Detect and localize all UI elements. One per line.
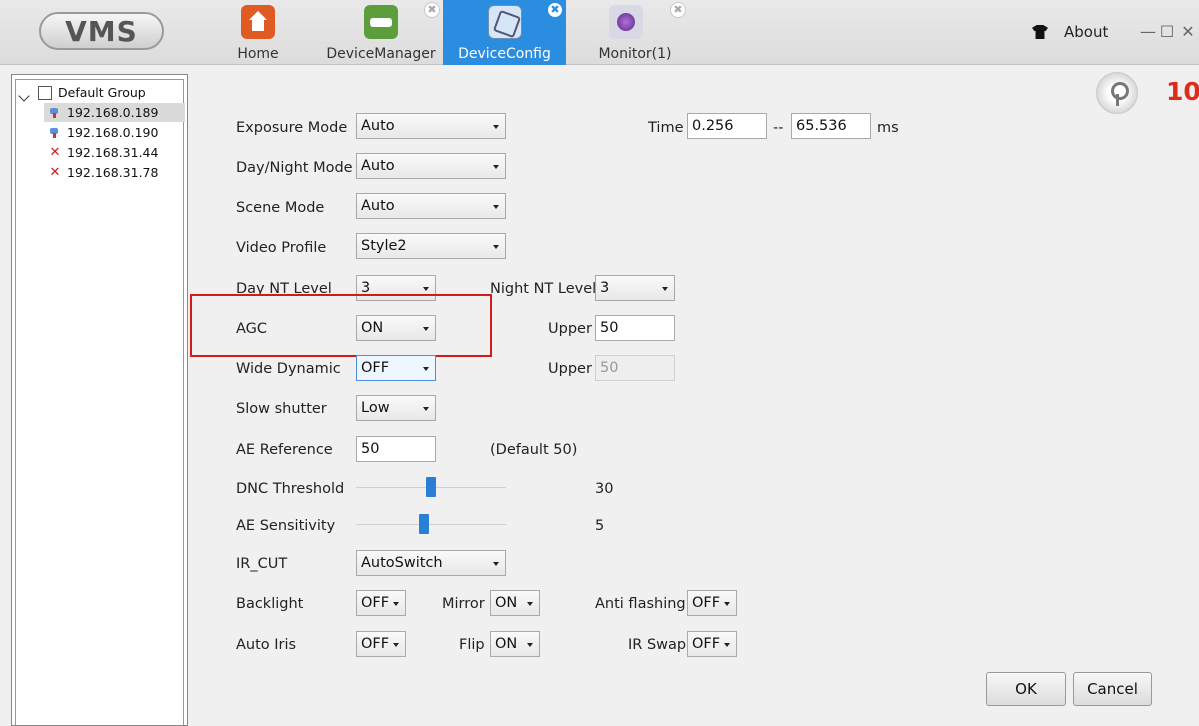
top-bar: VMS Home DeviceManager ✖ DeviceConfig ✖ … [0, 0, 1199, 65]
monitor-icon [609, 5, 643, 39]
tree-device-item[interactable]: 192.168.0.190 [44, 123, 185, 142]
ir-cut-select[interactable]: AutoSwitch [356, 550, 506, 576]
tree-device-ip: 192.168.0.189 [67, 105, 159, 120]
device-manager-icon [364, 5, 398, 39]
tree-device-item[interactable]: ✕ 192.168.31.44 [44, 143, 185, 162]
shirt-icon [1032, 25, 1048, 39]
wide-dynamic-upper-input[interactable]: 50 [595, 355, 675, 381]
tree-device-ip: 192.168.0.190 [67, 125, 159, 140]
exposure-mode-label: Exposure Mode [236, 120, 348, 136]
wide-dynamic-select[interactable]: OFF [356, 355, 436, 381]
tab-close-icon[interactable]: ✖ [670, 2, 686, 18]
chevron-down-icon[interactable] [18, 90, 30, 102]
ae-sensitivity-slider-thumb[interactable] [418, 514, 429, 534]
tab-close-icon[interactable]: ✖ [424, 2, 440, 18]
flip-select[interactable]: ON [490, 631, 540, 657]
tab-device-manager-label: DeviceManager [326, 46, 436, 62]
camera-online-icon [49, 127, 61, 139]
dnc-threshold-slider-thumb[interactable] [426, 477, 436, 497]
slow-shutter-label: Slow shutter [236, 401, 327, 417]
wide-dynamic-upper-label: Upper [548, 361, 592, 377]
ae-reference-label: AE Reference [236, 442, 333, 458]
device-config-panel: 10 Exposure Mode Auto Time 0.256 -- 65.5… [190, 65, 1199, 726]
agc-upper-input[interactable]: 50 [595, 315, 675, 341]
tab-monitor-label: Monitor(1) [598, 46, 672, 62]
device-config-icon [488, 5, 522, 39]
time-unit: ms [877, 120, 899, 136]
group-icon [38, 85, 52, 100]
ae-reference-input[interactable]: 50 [356, 436, 436, 462]
camera-online-icon [49, 107, 61, 119]
backlight-select[interactable]: OFF [356, 590, 406, 616]
ae-sensitivity-value: 5 [595, 518, 605, 534]
agc-upper-label: Upper [548, 321, 592, 337]
dnc-threshold-value: 30 [595, 481, 614, 497]
scene-mode-label: Scene Mode [236, 200, 325, 216]
slow-shutter-select[interactable]: Low [356, 395, 436, 421]
ae-reference-hint: (Default 50) [490, 442, 578, 458]
speaker-icon[interactable] [1096, 72, 1138, 114]
ae-sensitivity-label: AE Sensitivity [236, 518, 336, 534]
anti-flashing-select[interactable]: OFF [687, 590, 737, 616]
ir-swap-label: IR Swap [628, 637, 687, 653]
ir-swap-select[interactable]: OFF [687, 631, 737, 657]
wide-dynamic-label: Wide Dynamic [236, 361, 341, 377]
tree-device-ip: 192.168.31.44 [67, 145, 159, 160]
app-logo: VMS [39, 12, 164, 50]
ok-button[interactable]: OK [986, 672, 1066, 706]
device-tree: Default Group 192.168.0.189 192.168.0.19… [11, 74, 188, 726]
counter-badge: 10 [1166, 77, 1199, 106]
time-separator: -- [773, 120, 784, 136]
time-label: Time [648, 120, 684, 136]
mirror-label: Mirror [442, 596, 485, 612]
tree-device-ip: 192.168.31.78 [67, 165, 159, 180]
camera-offline-icon: ✕ [49, 144, 61, 160]
scene-mode-select[interactable]: Auto [356, 193, 506, 219]
tab-home-label: Home [237, 46, 279, 62]
dnc-threshold-label: DNC Threshold [236, 481, 345, 497]
close-window-button[interactable]: ✕ [1180, 22, 1196, 41]
ir-cut-label: IR_CUT [236, 556, 288, 572]
auto-iris-select[interactable]: OFF [356, 631, 406, 657]
time-min-input[interactable]: 0.256 [687, 113, 767, 139]
highlight-box [190, 294, 492, 357]
auto-iris-label: Auto Iris [236, 637, 297, 653]
day-night-mode-select[interactable]: Auto [356, 153, 506, 179]
device-tree-frame: Default Group 192.168.0.189 192.168.0.19… [15, 79, 185, 725]
tab-device-manager[interactable]: DeviceManager ✖ [320, 0, 442, 65]
ae-sensitivity-slider-track[interactable] [356, 524, 506, 525]
night-nt-level-select[interactable]: 3 [595, 275, 675, 301]
tab-close-icon[interactable]: ✖ [547, 2, 563, 18]
flip-label: Flip [459, 637, 485, 653]
tab-home[interactable]: Home [213, 0, 303, 65]
home-icon [241, 5, 275, 39]
tab-device-config-label: DeviceConfig [458, 46, 551, 62]
tree-device-item[interactable]: 192.168.0.189 [44, 103, 185, 122]
backlight-label: Backlight [236, 596, 304, 612]
anti-flashing-label: Anti flashing [595, 596, 686, 612]
camera-offline-icon: ✕ [49, 164, 61, 180]
about-label: About [1064, 23, 1109, 41]
time-max-input[interactable]: 65.536 [791, 113, 871, 139]
tree-group-label: Default Group [58, 85, 146, 100]
mirror-select[interactable]: ON [490, 590, 540, 616]
about-button[interactable]: About [1032, 22, 1108, 42]
day-night-mode-label: Day/Night Mode [236, 160, 353, 176]
tree-device-item[interactable]: ✕ 192.168.31.78 [44, 163, 185, 182]
tab-monitor[interactable]: Monitor(1) ✖ [580, 0, 690, 65]
minimize-button[interactable]: — [1140, 22, 1156, 41]
video-profile-label: Video Profile [236, 240, 327, 256]
tab-device-config[interactable]: DeviceConfig ✖ [443, 0, 566, 65]
cancel-button[interactable]: Cancel [1073, 672, 1152, 706]
maximize-button[interactable]: ☐ [1159, 22, 1175, 41]
tree-group-default[interactable]: Default Group [16, 83, 185, 102]
night-nt-level-label: Night NT Level [490, 281, 597, 297]
video-profile-select[interactable]: Style2 [356, 233, 506, 259]
exposure-mode-select[interactable]: Auto [356, 113, 506, 139]
